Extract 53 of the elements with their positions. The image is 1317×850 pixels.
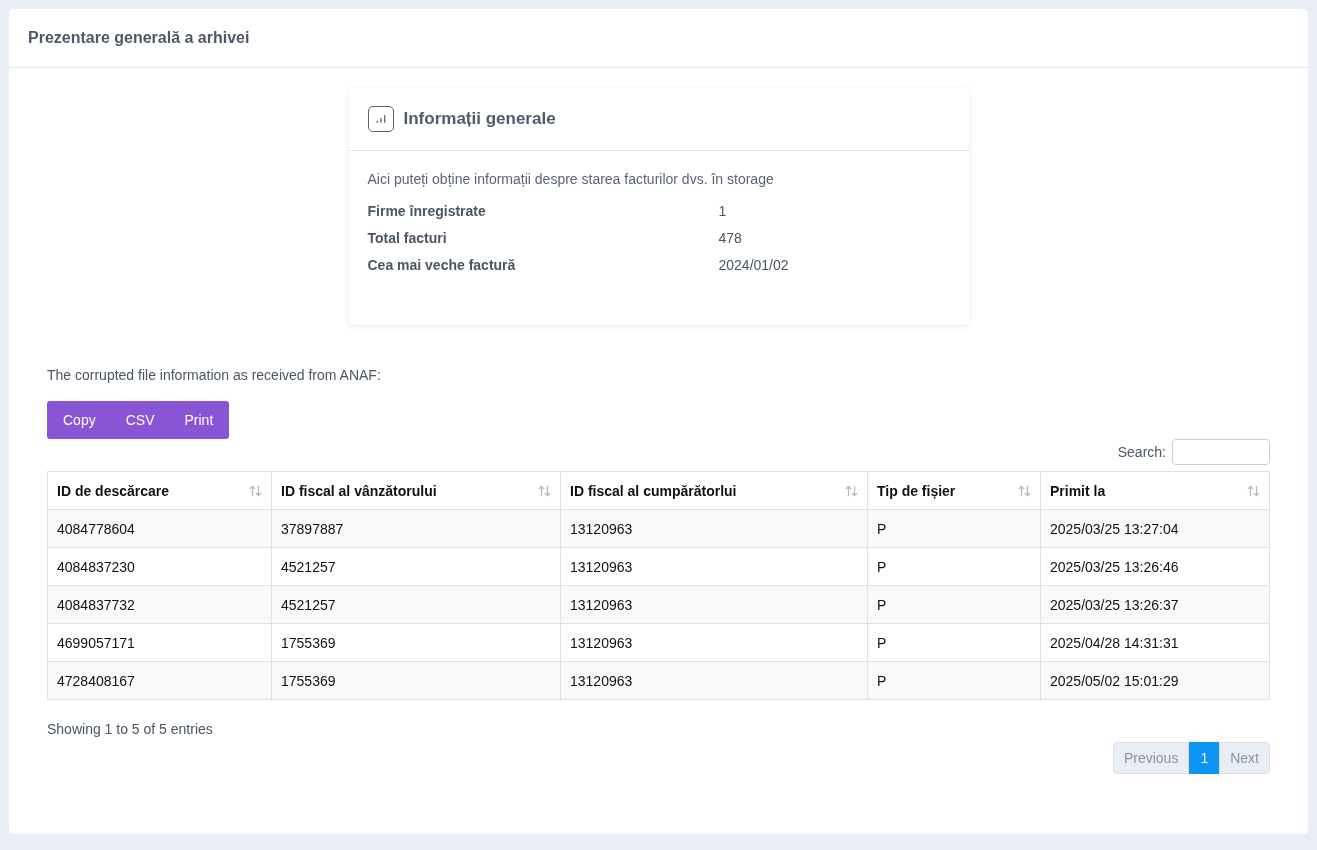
table-cell: 4084778604 [47, 509, 272, 548]
bar-chart-icon [367, 106, 394, 132]
table-cell: 4728408167 [47, 661, 272, 700]
table-cell: 13120963 [560, 585, 868, 624]
table-cell: 37897887 [271, 509, 561, 548]
table-cell: 2025/05/02 15:01:29 [1040, 661, 1270, 700]
table-cell: 13120963 [560, 623, 868, 662]
info-label: Total facturi [367, 230, 448, 246]
table-info: Showing 1 to 5 of 5 entries [47, 721, 214, 737]
info-value: 478 [718, 230, 743, 246]
table-cell: 13120963 [560, 547, 868, 586]
table-intro: The corrupted file information as received from ANAF: [47, 367, 382, 383]
table-cell: 4521257 [271, 547, 561, 586]
table-cell: 4699057171 [47, 623, 272, 662]
panel-title: Prezentare generală a arhivei [9, 9, 1308, 68]
sort-arrows-icon[interactable] [538, 484, 551, 497]
table-cell: P [867, 585, 1041, 624]
sort-arrows-icon[interactable] [845, 484, 858, 497]
table-cell: P [867, 509, 1041, 548]
search-label: Search: [1117, 444, 1166, 460]
table-cell: 2025/03/25 13:27:04 [1040, 509, 1270, 548]
column-header[interactable]: ID fiscal al cumpărătorlui [560, 471, 868, 510]
sort-arrows-icon[interactable] [1018, 484, 1031, 497]
table-cell: 13120963 [560, 661, 868, 700]
table-cell: P [867, 661, 1041, 700]
info-label: Firme înregistrate [367, 203, 487, 219]
card-title: Informații generale [403, 109, 556, 129]
export-button[interactable]: Print [169, 401, 230, 439]
card-description: Aici puteți obține informații despre starea facturilor dvs. în storage [367, 171, 775, 187]
column-header[interactable]: Tip de fișier [867, 471, 1041, 510]
sort-arrows-icon[interactable] [1247, 484, 1260, 497]
info-label: Cea mai veche factură [367, 257, 517, 273]
export-button[interactable]: CSV [110, 401, 170, 439]
table-cell: 2025/03/25 13:26:37 [1040, 585, 1270, 624]
search-field[interactable] [1172, 439, 1270, 465]
info-value: 2024/01/02 [718, 257, 790, 273]
table-cell: 4084837732 [47, 585, 272, 624]
column-header[interactable]: ID de descărcare [47, 471, 272, 510]
table-cell: 4521257 [271, 585, 561, 624]
table-cell: 13120963 [560, 509, 868, 548]
table-cell: P [867, 547, 1041, 586]
info-value: 1 [718, 203, 728, 219]
table-cell: 1755369 [271, 661, 561, 700]
page-button[interactable]: 1 [1189, 742, 1220, 774]
column-header[interactable]: ID fiscal al vânzătorului [271, 471, 561, 510]
column-header[interactable]: Primit la [1040, 471, 1270, 510]
table-cell: 4084837230 [47, 547, 272, 586]
sort-arrows-icon[interactable] [249, 484, 262, 497]
table-cell: 1755369 [271, 623, 561, 662]
table-cell: 2025/04/28 14:31:31 [1040, 623, 1270, 662]
export-button[interactable]: Copy [47, 401, 111, 439]
table-cell: 2025/03/25 13:26:46 [1040, 547, 1270, 586]
table-cell: P [867, 623, 1041, 662]
